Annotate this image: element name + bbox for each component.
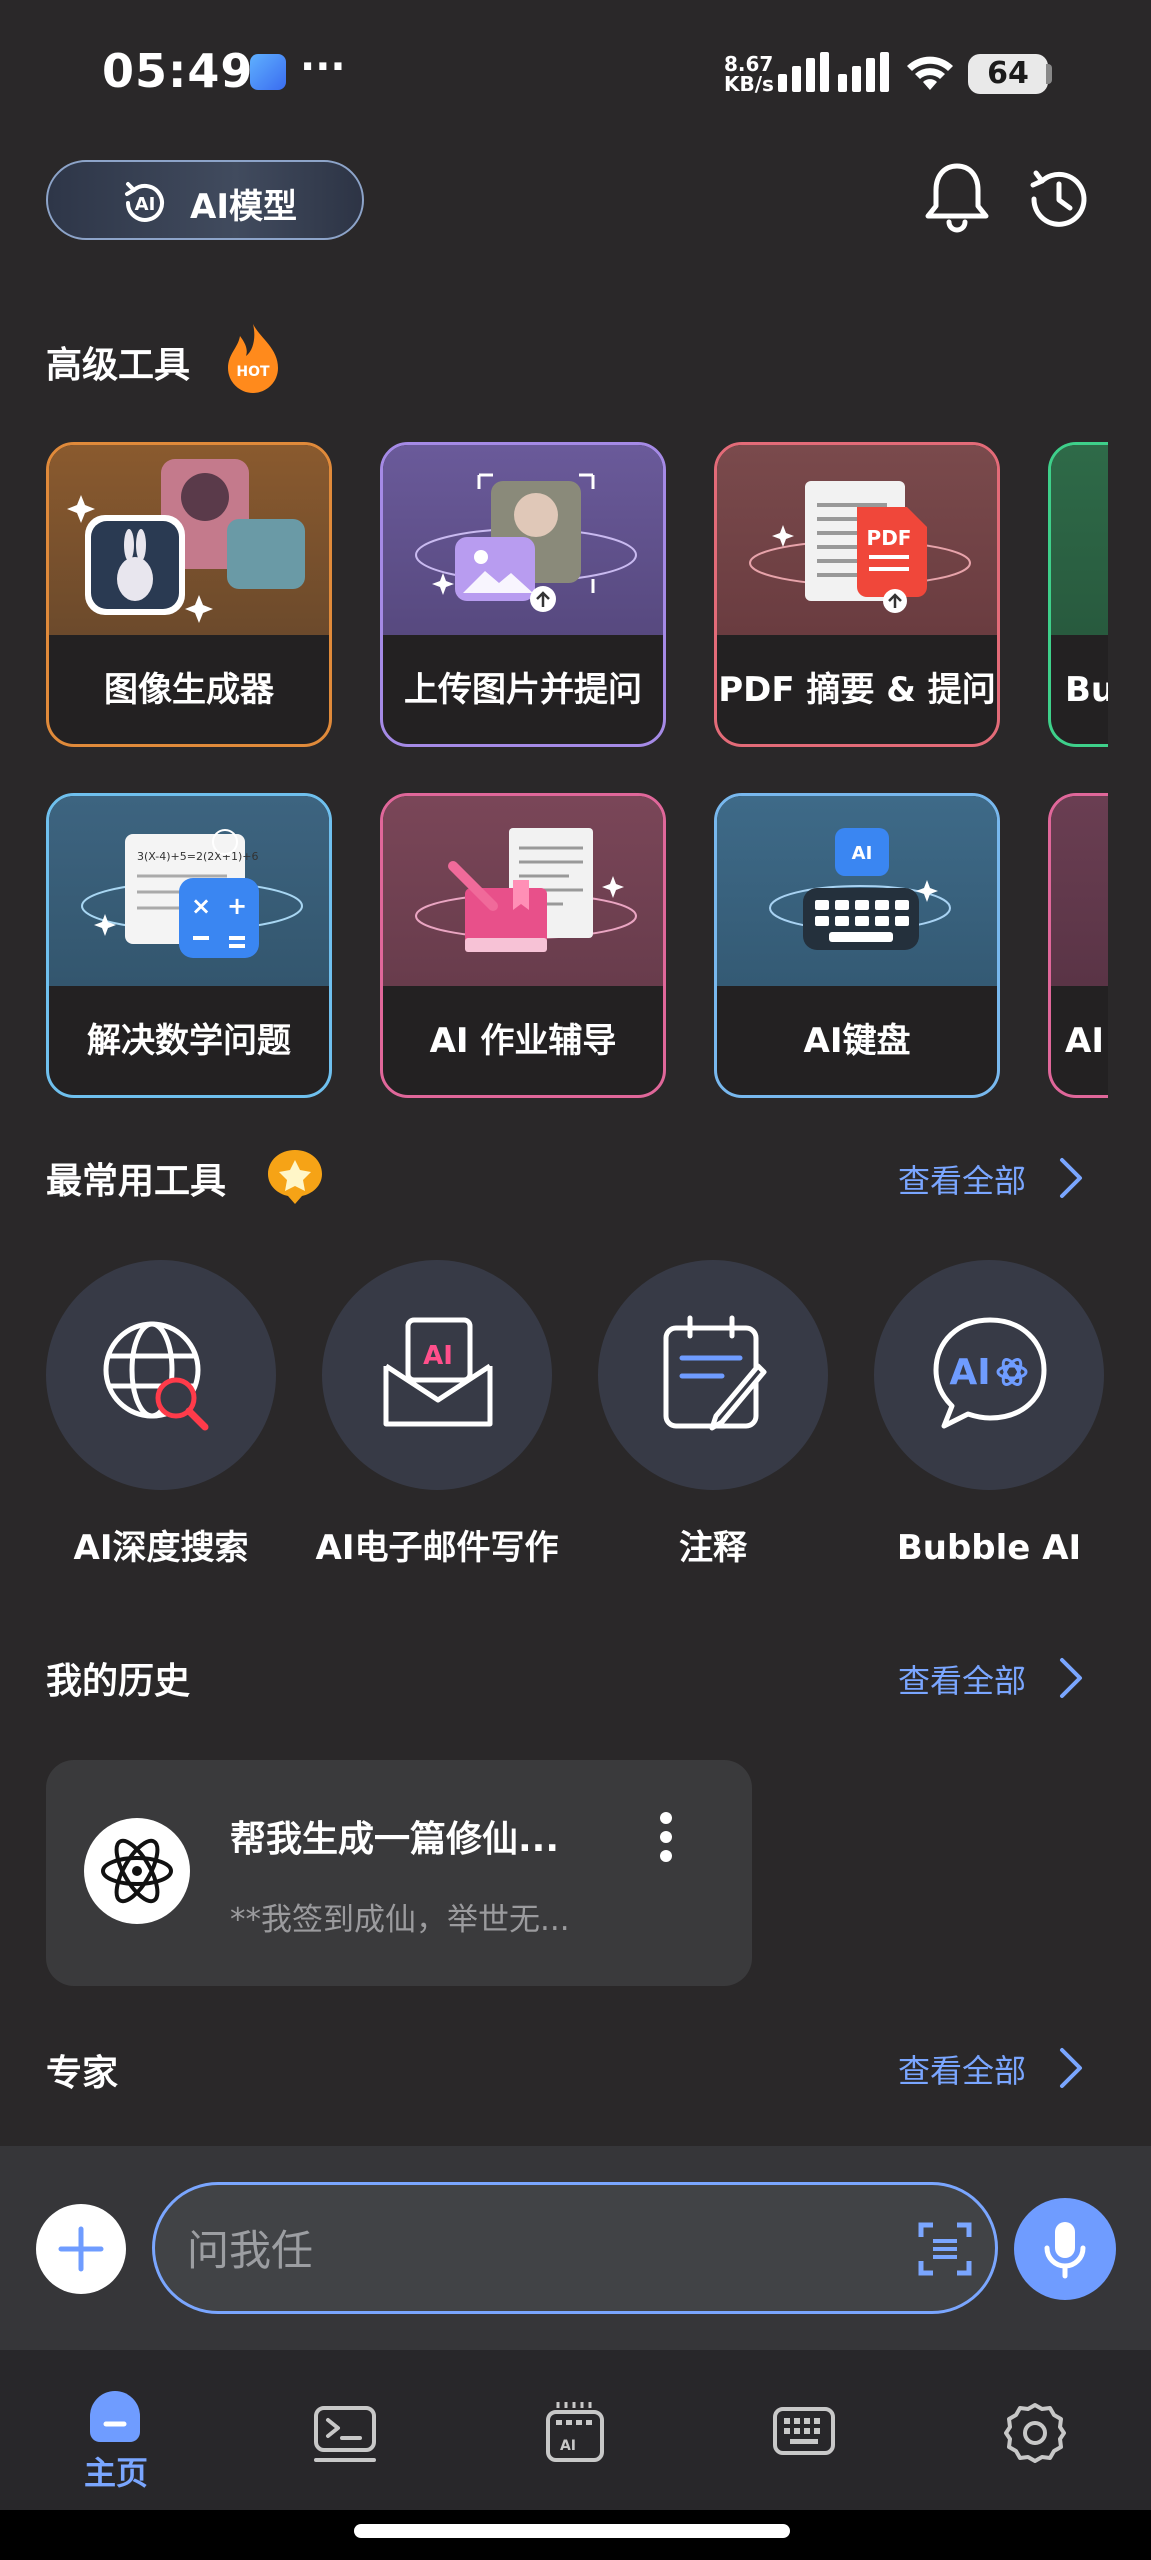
ai-refresh-icon: AI <box>125 182 164 222</box>
pdf-art: PDF <box>717 445 997 635</box>
tool-card-label: Bu <box>1065 670 1108 710</box>
tool-label: Bubble AI <box>896 1528 1082 1568</box>
tool-card-label: AI 作业辅导 <box>429 1021 617 1061</box>
advanced-tools-title: 高级工具 <box>46 345 191 386</box>
terminal-icon <box>314 2406 376 2462</box>
svg-text:AI: AI <box>423 1341 453 1371</box>
tool-card-label: 解决数学问题 <box>87 1021 291 1061</box>
history-item-title: 帮我生成一篇修仙... <box>230 1819 560 1860</box>
note-pen-icon <box>663 1315 767 1431</box>
scan-text-icon[interactable] <box>917 2221 973 2277</box>
nav-item-home-label: 主页 <box>83 2454 148 2492</box>
my-history-title: 我的历史 <box>46 1661 191 1702</box>
nav-item-keyboard[interactable] <box>740 2374 870 2504</box>
signal-icon <box>778 52 889 92</box>
battery-icon <box>1046 64 1052 84</box>
more-vertical-icon[interactable] <box>658 1810 674 1864</box>
svg-text:×: × <box>191 892 211 920</box>
ai-mail-icon: AI <box>383 1317 493 1427</box>
keyboard-icon <box>773 2407 835 2455</box>
nav-item-settings[interactable] <box>970 2374 1100 2504</box>
tool-card-label: 上传图片并提问 <box>404 670 642 710</box>
tool-label: AI电子邮件写作 <box>315 1528 559 1568</box>
frequent-tools-title: 最常用工具 <box>46 1161 227 1202</box>
tool-card-image-generator[interactable]: 图像生成器 <box>46 442 332 747</box>
network-speed-value: 8.67 <box>724 52 774 76</box>
tool-bubble-ai[interactable]: AI <box>874 1260 1104 1490</box>
ai-model-label: AI模型 <box>190 187 297 227</box>
microphone-icon <box>1044 2222 1086 2279</box>
tool-ai-email[interactable]: AI <box>322 1260 552 1490</box>
globe-search-icon <box>103 1321 209 1431</box>
notification-app-icon <box>250 54 286 90</box>
history-avatar <box>84 1818 190 1924</box>
history-item-subtitle: **我签到成仙，举世无... <box>230 1902 570 1938</box>
hot-flame-icon: HOT <box>228 324 278 393</box>
tool-card-math[interactable]: 3(X-4)+5=2(2X+1)+6 × + 解决数学问题 <box>46 793 332 1098</box>
partial-card-art <box>1051 796 1108 986</box>
tool-card-pdf[interactable]: PDF PDF 摘要 & 提问 <box>714 442 1000 747</box>
svg-text:PDF: PDF <box>867 526 912 550</box>
ask-input-box[interactable] <box>152 2182 998 2314</box>
network-speed-unit: KB/s <box>724 72 774 96</box>
more-notifications-icon: ··· <box>300 44 346 90</box>
frequent-tools-view-all[interactable]: 查看全部 <box>898 1156 1026 1202</box>
status-bar: 05:49 ··· 8.67 KB/s 64 <box>0 0 1151 150</box>
experts-view-all[interactable]: 查看全部 <box>898 2046 1026 2092</box>
tool-label: AI深度搜索 <box>73 1528 249 1568</box>
homework-art <box>383 796 663 986</box>
svg-text:AI: AI <box>949 1352 990 1393</box>
tool-card-label: AI <box>1065 1021 1104 1061</box>
notification-bell-icon[interactable] <box>922 160 992 234</box>
history-item[interactable]: 帮我生成一篇修仙... **我签到成仙，举世无... <box>46 1760 752 1986</box>
history-clock-icon[interactable] <box>1024 164 1094 234</box>
voice-input-button[interactable] <box>1014 2198 1116 2300</box>
experts-title: 专家 <box>46 2053 119 2094</box>
chevron-right-icon[interactable] <box>1058 1656 1084 1700</box>
tool-card-ai-keyboard[interactable]: AI AI键盘 <box>714 793 1000 1098</box>
tool-card-partial[interactable]: Bu <box>1048 442 1108 747</box>
tool-card-homework[interactable]: AI 作业辅导 <box>380 793 666 1098</box>
svg-text:AI: AI <box>852 843 873 864</box>
ai-keyboard-icon: AI <box>546 2402 604 2462</box>
tool-card-label: 图像生成器 <box>104 670 274 710</box>
add-attachment-button[interactable] <box>36 2204 126 2294</box>
my-history-view-all[interactable]: 查看全部 <box>898 1656 1026 1702</box>
wifi-icon <box>907 56 953 90</box>
chevron-right-icon[interactable] <box>1058 1156 1084 1200</box>
math-art: 3(X-4)+5=2(2X+1)+6 × + <box>49 796 329 986</box>
tool-card-upload-image[interactable]: 上传图片并提问 <box>380 442 666 747</box>
svg-text:+: + <box>227 892 247 920</box>
nav-item-console[interactable] <box>280 2374 410 2504</box>
plus-icon <box>58 2226 104 2272</box>
tool-notes[interactable] <box>598 1260 828 1490</box>
ai-model-button[interactable]: AI AI模型 <box>46 160 364 240</box>
star-badge-icon <box>268 1150 322 1204</box>
hot-badge-text: HOT <box>236 364 270 380</box>
settings-gear-icon <box>1004 2403 1066 2463</box>
battery-level: 64 <box>968 54 1048 94</box>
ai-chat-bubble-icon: AI <box>933 1317 1047 1429</box>
openai-logo-icon <box>101 1838 173 1904</box>
tool-label: 注释 <box>679 1528 747 1568</box>
ai-keyboard-art: AI <box>717 796 997 986</box>
upload-image-art <box>383 445 663 635</box>
tool-card-label: AI键盘 <box>803 1021 911 1061</box>
svg-text:3(X-4)+5=2(2X+1)+6: 3(X-4)+5=2(2X+1)+6 <box>137 850 259 863</box>
ask-input[interactable] <box>187 2215 867 2285</box>
tool-deep-search[interactable] <box>46 1260 276 1490</box>
partial-card-art <box>1051 445 1108 635</box>
tool-card-partial[interactable]: AI <box>1048 793 1108 1098</box>
nav-item-ai-keyboard[interactable]: AI <box>510 2374 640 2504</box>
home-indicator[interactable] <box>354 2524 790 2538</box>
image-generator-art <box>49 445 329 635</box>
status-time: 05:49 <box>102 44 254 98</box>
svg-text:AI: AI <box>560 2438 576 2454</box>
chevron-right-icon[interactable] <box>1058 2046 1084 2090</box>
network-speed: 8.67 KB/s <box>724 54 774 94</box>
tool-card-label: PDF 摘要 & 提问 <box>718 670 996 710</box>
svg-text:AI: AI <box>135 194 156 215</box>
home-icon <box>90 2391 140 2442</box>
